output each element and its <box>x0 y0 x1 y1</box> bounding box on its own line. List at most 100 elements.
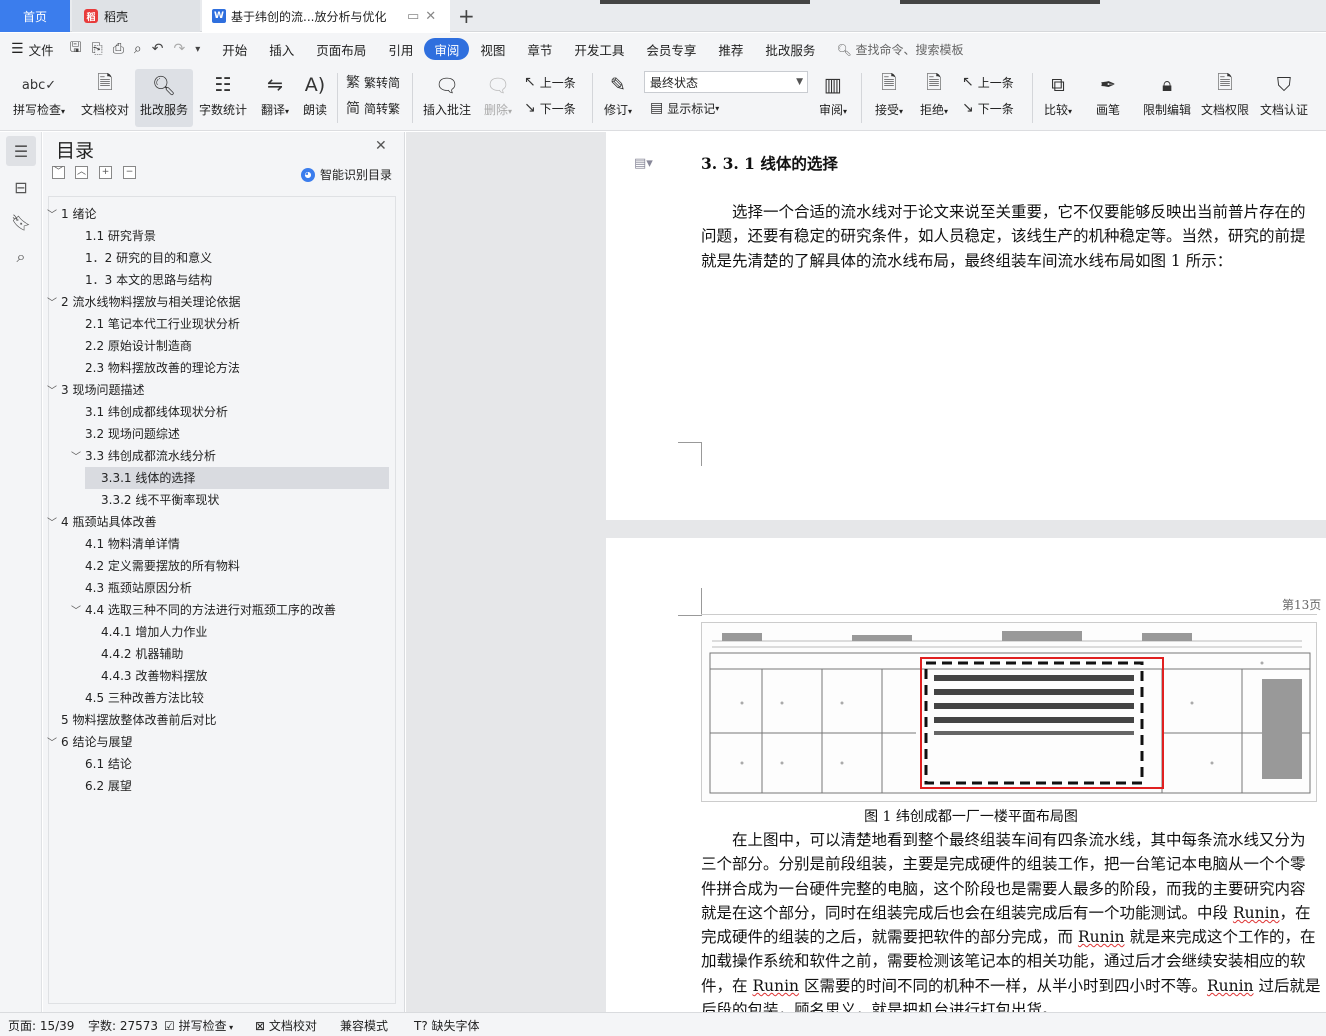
word-count-button[interactable]: ☷ 字数统计 <box>196 69 250 127</box>
prev-comment-button[interactable]: ↖ 上一条 <box>524 71 576 93</box>
status-spell-check[interactable]: ☑ 拼写检查 ▾ <box>164 1017 233 1034</box>
spell-error-word[interactable]: Runin <box>1078 928 1125 946</box>
toc-panel-icon[interactable]: ☰ <box>6 136 36 166</box>
compare-button[interactable]: ⧉ 比较▾ <box>1038 69 1078 127</box>
chevron-down-icon[interactable]: ﹀ <box>71 447 85 469</box>
toc-item[interactable]: 5 物料摆放整体改善前后对比 <box>61 709 216 731</box>
reject-button[interactable]: 🗎 拒绝▾ <box>914 69 954 127</box>
chevron-down-icon[interactable]: ﹀ <box>47 205 61 227</box>
command-search[interactable]: 🔍︎ 查找命令、搜索模板 <box>826 41 963 58</box>
toc-item[interactable]: 3.1 纬创成都线体现状分析 <box>85 401 228 423</box>
word-count-indicator[interactable]: 字数: 27573 <box>88 1017 158 1034</box>
menu-page-layout[interactable]: 页面布局 <box>305 38 377 60</box>
markup-status-select[interactable]: 最终状态 ▼ <box>644 71 808 93</box>
pen-button[interactable]: ✒ 画笔 <box>1092 69 1124 127</box>
undo-icon[interactable]: ↶ <box>147 41 169 57</box>
toc-item[interactable]: 1．2 研究的目的和意义 <box>85 247 212 269</box>
page-indicator[interactable]: 页面: 15/39 <box>8 1017 74 1034</box>
bookmark-icon[interactable]: 🔖︎ <box>6 207 36 237</box>
review-pane-button[interactable]: ▥ 审阅▾ <box>814 69 852 127</box>
chevron-down-icon[interactable]: ﹀ <box>47 733 61 755</box>
toc-item[interactable]: 3.3.1 线体的选择 <box>85 467 389 489</box>
toc-item[interactable]: 4.2 定义需要摆放的所有物料 <box>85 555 240 577</box>
delete-comment-button[interactable]: 🗨 删除▾ <box>480 69 516 127</box>
toc-item[interactable]: 4.1 物料清单详情 <box>85 533 180 555</box>
menu-view[interactable]: 视图 <box>469 38 516 60</box>
search-panel-icon[interactable]: ⌕ <box>6 242 36 272</box>
toc-item[interactable]: 3.3.2 线不平衡率现状 <box>101 489 219 511</box>
toc-item[interactable]: 4.4.2 机器辅助 <box>101 643 183 665</box>
translate-button[interactable]: ⇋ 翻译▾ <box>255 69 295 127</box>
trad-to-simp-button[interactable]: 繁繁转简 <box>346 71 400 93</box>
tab-home[interactable]: 首页 <box>0 0 70 32</box>
spell-check-button[interactable]: abc✓ 拼写检查▾ <box>8 69 70 127</box>
print-preview-icon[interactable]: ⌕ <box>129 41 147 57</box>
accept-button[interactable]: 🗎 接受▾ <box>869 69 909 127</box>
toc-item[interactable]: 4.4.1 增加人力作业 <box>101 621 207 643</box>
screen-icon[interactable]: ▭ <box>407 9 419 24</box>
menu-references[interactable]: 引用 <box>377 38 424 60</box>
doc-certify-button[interactable]: ⛉ 文档认证 <box>1257 69 1311 127</box>
chapter-nav-icon[interactable]: ⊟ <box>6 172 36 202</box>
spell-error-word[interactable]: Runin <box>752 977 799 995</box>
simp-to-trad-button[interactable]: 简简转繁 <box>346 97 400 119</box>
menu-review[interactable]: 审阅 <box>424 38 470 60</box>
toc-item[interactable]: 2.3 物料摆放改善的理论方法 <box>85 357 240 379</box>
grading-button[interactable]: 🔍︎ 批改服务 <box>135 69 193 127</box>
chevron-down-icon[interactable]: ﹀ <box>47 381 61 403</box>
read-aloud-button[interactable]: A) 朗读 <box>299 69 331 127</box>
toc-item[interactable]: ﹀ 4 瓶颈站具体改善 <box>47 511 156 533</box>
missing-font-button[interactable]: T? 缺失字体 <box>414 1017 480 1034</box>
menu-start[interactable]: 开始 <box>211 38 258 60</box>
chevron-down-icon[interactable]: ﹀ <box>47 513 61 535</box>
toc-item[interactable]: ﹀ 6 结论与展望 <box>47 731 132 753</box>
doc-rights-button[interactable]: 🗎 文档权限 <box>1198 69 1252 127</box>
restrict-edit-button[interactable]: 🔒︎ 限制编辑 <box>1140 69 1194 127</box>
add-heading-icon[interactable]: + <box>99 166 112 179</box>
remove-heading-icon[interactable]: − <box>123 166 136 179</box>
menu-recommend[interactable]: 推荐 <box>707 38 754 60</box>
tab-daoke[interactable]: 稻稻壳 <box>72 0 200 32</box>
toc-item[interactable]: 2.2 原始设计制造商 <box>85 335 192 357</box>
toc-item[interactable]: ﹀ 3.3 纬创成都流水线分析 <box>71 445 216 467</box>
toc-item[interactable]: 1．3 本文的思路与结构 <box>85 269 212 291</box>
toc-item[interactable]: 1.1 研究背景 <box>85 225 156 247</box>
toc-item[interactable]: ﹀ 4.4 选取三种不同的方法进行对瓶颈工序的改善 <box>71 599 336 621</box>
redo-icon[interactable]: ↷ <box>169 41 191 57</box>
prev-change-button[interactable]: ↖ 上一条 <box>962 71 1014 93</box>
toc-item[interactable]: 3.2 现场问题综述 <box>85 423 180 445</box>
toc-item[interactable]: 4.3 瓶颈站原因分析 <box>85 577 192 599</box>
toc-item[interactable]: 2.1 笔记本代工行业现状分析 <box>85 313 240 335</box>
next-change-button[interactable]: ↘ 下一条 <box>962 97 1014 119</box>
show-markup-button[interactable]: ▤ 显示标记 ▾ <box>650 97 719 119</box>
track-changes-button[interactable]: ✎ 修订▾ <box>598 69 638 127</box>
tab-document[interactable]: W 基于纬创的流...放分析与优化 ▭ ✕ <box>202 0 450 32</box>
toc-item[interactable]: 6.1 结论 <box>85 753 132 775</box>
export-pdf-icon[interactable]: ⎘ <box>87 41 108 57</box>
more-icon[interactable]: ▾ <box>190 44 205 55</box>
doc-proof-button[interactable]: 🗎 文档校对 <box>78 69 132 127</box>
toc-item[interactable]: 4.5 三种改善方法比较 <box>85 687 204 709</box>
paragraph-menu-icon[interactable]: ▤▾ <box>634 156 653 171</box>
status-doc-proof[interactable]: ⊠ 文档校对 <box>255 1017 317 1034</box>
menu-member[interactable]: 会员专享 <box>635 38 707 60</box>
toc-item[interactable]: 6.2 展望 <box>85 775 132 797</box>
insert-comment-button[interactable]: 🗨 插入批注 <box>420 69 474 127</box>
next-comment-button[interactable]: ↘ 下一条 <box>524 97 576 119</box>
menu-section[interactable]: 章节 <box>516 38 563 60</box>
toc-item[interactable]: 4.4.3 改善物料摆放 <box>101 665 207 687</box>
spell-error-word[interactable]: Runin <box>1207 977 1254 995</box>
spell-error-word[interactable]: Runin <box>1233 904 1280 922</box>
save-icon[interactable]: 🖫 <box>65 37 87 61</box>
new-tab-button[interactable]: + <box>458 4 475 28</box>
collapse-all-icon[interactable]: ︿ <box>75 166 88 179</box>
expand-all-icon[interactable]: ﹀ <box>52 166 65 179</box>
close-tab-icon[interactable]: ✕ <box>425 9 436 24</box>
chevron-down-icon[interactable]: ﹀ <box>47 293 61 315</box>
smart-toc-button[interactable]: ◕ 智能识别目录 <box>301 166 392 183</box>
toc-item[interactable]: ﹀ 2 流水线物料摆放与相关理论依据 <box>47 291 240 313</box>
menu-grading[interactable]: 批改服务 <box>754 38 826 60</box>
chevron-down-icon[interactable]: ﹀ <box>71 601 85 623</box>
close-icon[interactable]: ✕ <box>375 138 387 154</box>
menu-developer[interactable]: 开发工具 <box>563 38 635 60</box>
